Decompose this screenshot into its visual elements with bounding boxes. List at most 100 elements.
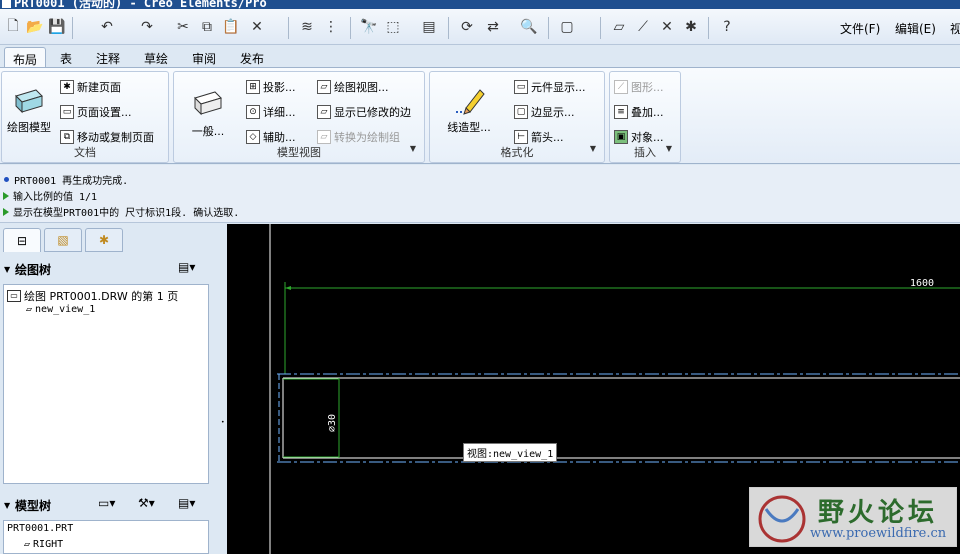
tab-table[interactable]: 表 (52, 47, 80, 67)
message-line: 输入比例的值 1/1 (1, 188, 97, 203)
auxiliary-button[interactable]: ◇ 辅助... (246, 129, 296, 145)
select-box-icon[interactable]: ⬚ (384, 18, 402, 36)
folder-browser-tab[interactable]: ▧ (44, 228, 82, 252)
open-folder-icon[interactable]: 📂 (26, 18, 44, 36)
model-tree: PRT0001.PRT ▱ RIGHT (3, 520, 209, 554)
group-format-title: 格式化 ▼ (500, 144, 597, 159)
page-setup-button[interactable]: ▭ 页面设置... (60, 104, 132, 120)
help-icon[interactable]: ? (718, 18, 736, 36)
app-icon (2, 0, 11, 8)
drawing-model-button[interactable]: 绘图模型 (4, 86, 54, 135)
redo-icon[interactable]: ↷ (138, 18, 156, 36)
tree-item-datum[interactable]: ▱ RIGHT (24, 539, 63, 550)
detailed-button[interactable]: ⊙ 详细... (246, 104, 296, 120)
new-file-icon[interactable]: 🗋 (4, 18, 22, 36)
show-menu-icon[interactable]: ▤▾ (178, 260, 195, 274)
tab-layout[interactable]: 布局 (4, 47, 47, 67)
model-selector-icon[interactable]: ▭▾ (98, 496, 115, 510)
datum-plane-icon[interactable]: ▱ (610, 18, 628, 36)
prompt-arrow-icon (3, 207, 9, 216)
projection-button[interactable]: ⊞ 投影... (246, 79, 296, 95)
tab-publish[interactable]: 发布 (232, 47, 272, 67)
folder-icon: ▧ (57, 233, 69, 247)
display-style-icon[interactable]: ▢ (558, 18, 576, 36)
regenerate-icon[interactable]: ⟳ (458, 18, 476, 36)
model-show-menu-icon[interactable]: ▤▾ (178, 496, 195, 510)
tree-item-view[interactable]: ▱ new_view_1 (26, 304, 95, 315)
paste-icon[interactable]: 📋 (222, 18, 240, 36)
menu-edit[interactable]: 编辑(E) (895, 20, 936, 37)
collapse-drawing-tree-icon[interactable]: ▼ (4, 265, 10, 274)
show-modified-edges-button[interactable]: ▱ 显示已修改的边 (317, 104, 411, 120)
insert-expand-icon[interactable]: ▼ (666, 144, 672, 153)
tree-icon[interactable]: ⋮ (322, 18, 340, 36)
general-view-button[interactable]: 一般... (188, 90, 228, 139)
group-model-views-title: 模型视图 ▼ (277, 144, 416, 159)
group-insert: ⟋ 图形... ≡ 叠加... ▣ 对象... 插入 ▼ (609, 71, 681, 163)
ribbon-tabs: 布局 表 注释 草绘 审阅 发布 (0, 45, 960, 67)
watermark-logo-icon (758, 495, 806, 543)
model-tree-header: 模型树 (15, 499, 52, 513)
window-title: PRT0001 (活动的) - Creo Elements/Pro (14, 0, 267, 9)
sketch-icon[interactable]: ⇄ (484, 18, 502, 36)
save-icon[interactable]: 💾 (48, 18, 66, 36)
length-dimension-text[interactable]: 1600 (910, 278, 934, 289)
group-insert-title: 插入 ▼ (634, 144, 672, 159)
tab-annotate[interactable]: 注释 (88, 47, 128, 67)
favorites-tab[interactable]: ✱ (85, 228, 123, 252)
auxiliary-icon: ◇ (246, 130, 260, 144)
menu-view[interactable]: 视 (950, 20, 960, 37)
datum-axis-icon[interactable]: ⟋ (634, 18, 652, 36)
layers-icon[interactable]: ≋ (298, 18, 316, 36)
line-style-button[interactable]: 线造型... (444, 86, 494, 135)
move-copy-sheet-button[interactable]: ⧉ 移动或复制页面 (60, 129, 154, 145)
tree-item-part[interactable]: PRT0001.PRT (7, 523, 73, 534)
find-icon[interactable]: 🔭 (360, 18, 378, 36)
datum-point-icon[interactable]: ✕ (658, 18, 676, 36)
tree-item-sheet[interactable]: ▭ 绘图 PRT0001.DRW 的第 1 页 (7, 288, 178, 304)
diameter-dimension-text[interactable]: ⌀30 (327, 414, 338, 432)
prompt-arrow-icon (3, 191, 9, 200)
zoom-icon[interactable]: 🔍 (520, 18, 538, 36)
overlay-button[interactable]: ≡ 叠加... (614, 104, 664, 120)
datum-plane-icon: ▱ (24, 539, 31, 550)
model-tree-tab[interactable]: ⊟ (3, 228, 41, 252)
drawing-view-button[interactable]: ▱ 绘图视图... (317, 79, 389, 95)
menu-file[interactable]: 文件(F) (840, 20, 880, 37)
graphics-canvas[interactable]: 1600 ⌀30 视图:new_view_1 野火论坛 www.proewild… (227, 224, 960, 554)
new-sheet-button[interactable]: ✱ 新建页面 (60, 79, 121, 95)
view-name-tooltip: 视图:new_view_1 (463, 443, 558, 462)
info-dot-icon (4, 177, 9, 182)
edge-display-icon: ▢ (514, 105, 528, 119)
collapse-model-tree-icon[interactable]: ▼ (4, 501, 10, 510)
csys-icon[interactable]: ✱ (682, 18, 700, 36)
panel-sash[interactable]: • (220, 224, 227, 554)
message-line: 显示在模型PRT001中的 尺寸标识1段. 确认选取. (1, 204, 239, 219)
format-expand-icon[interactable]: ▼ (590, 144, 596, 153)
tab-sketch[interactable]: 草绘 (136, 47, 176, 67)
object-button[interactable]: ▣ 对象... (614, 129, 664, 145)
convert-draw-group-button[interactable]: ▱ 转换为绘制组 (317, 129, 400, 145)
overlay-icon: ≡ (614, 105, 628, 119)
properties-icon[interactable]: ▤ (420, 18, 438, 36)
cut-icon[interactable]: ✂ (174, 18, 192, 36)
settings-tools-icon[interactable]: ⚒▾ (138, 496, 155, 510)
component-display-button[interactable]: ▭ 元件显示... (514, 79, 586, 95)
drawing-tree-header: 绘图树 (15, 263, 52, 277)
group-model-views: 一般... ⊞ 投影... ⊙ 详细... ◇ 辅助... ▱ 绘图视图... ▱ 显示已… (173, 71, 425, 163)
copy-icon[interactable]: ⧉ (198, 18, 216, 36)
tab-review[interactable]: 审阅 (184, 47, 224, 67)
new-sheet-icon: ✱ (60, 80, 74, 94)
line-style-label: 线造型... (447, 121, 491, 134)
arrows-button[interactable]: ⊢ 箭头... (514, 129, 564, 145)
graph-icon: ⟋ (614, 80, 628, 94)
model-views-expand-icon[interactable]: ▼ (410, 144, 416, 153)
undo-icon[interactable]: ↶ (98, 18, 116, 36)
graph-button[interactable]: ⟋ 图形... (614, 79, 664, 95)
delete-icon[interactable]: ✕ (248, 18, 266, 36)
edge-display-button[interactable]: ▢ 边显示... (514, 104, 575, 120)
navigator-tabs: ⊟ ▧ ✱ (0, 224, 220, 252)
title-bar: PRT0001 (活动的) - Creo Elements/Pro (0, 0, 960, 9)
ribbon: 绘图模型 ✱ 新建页面 ▭ 页面设置... ⧉ 移动或复制页面 文档 一般... ⊞ 投… (0, 67, 960, 164)
object-icon: ▣ (614, 130, 628, 144)
